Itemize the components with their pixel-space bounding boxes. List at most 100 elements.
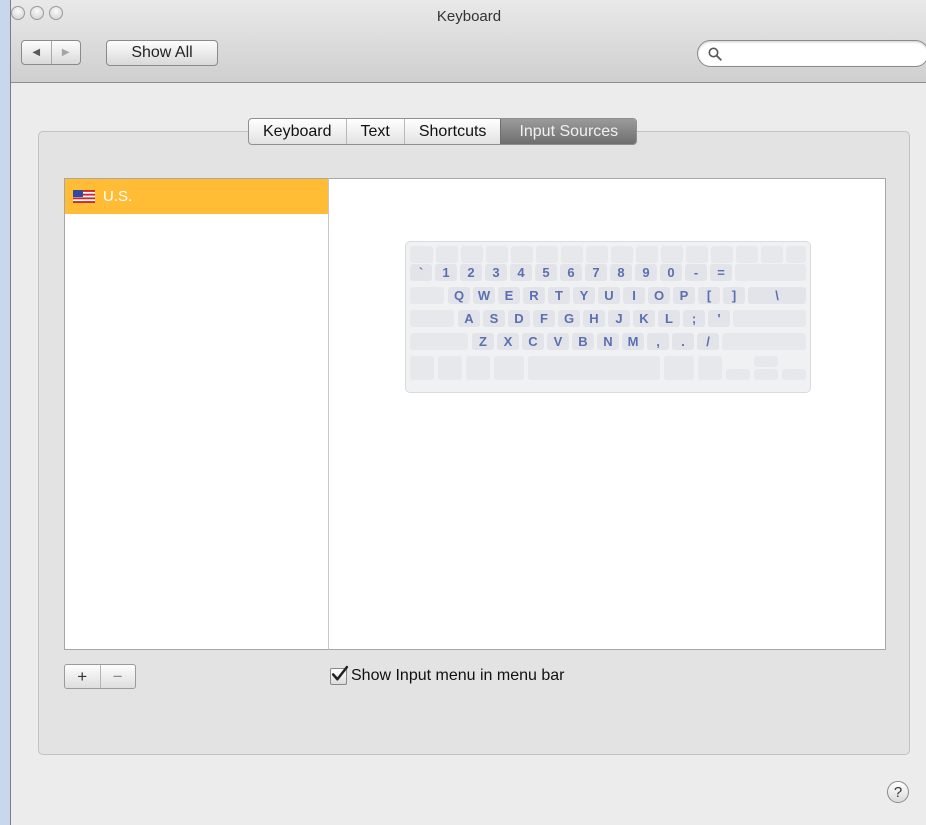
key: L — [658, 310, 680, 327]
blank-key — [786, 246, 806, 263]
key: [ — [698, 287, 720, 304]
blank-key — [410, 333, 468, 350]
blank-key — [711, 246, 733, 263]
key: B — [572, 333, 594, 350]
key: ] — [723, 287, 745, 304]
blank-key — [722, 333, 806, 350]
blank-key — [511, 246, 533, 263]
blank-key — [536, 246, 558, 263]
blank-key — [436, 246, 458, 263]
blank-key — [561, 246, 583, 263]
key: ; — [683, 310, 705, 327]
key-row-qwerty: Q W E R T Y U I O P [ ] \ — [410, 287, 806, 304]
checkmark-icon — [331, 665, 349, 681]
show-input-menu-option: Show Input menu in menu bar — [330, 665, 564, 685]
key-row-bottom: Z X C V B N M , . / — [410, 333, 806, 350]
blank-key — [782, 369, 806, 380]
blank-key — [611, 246, 633, 263]
tab-bar: Keyboard Text Shortcuts Input Sources — [248, 118, 638, 145]
input-sources-list: U.S. — [64, 178, 329, 650]
key-row-modifiers — [410, 356, 806, 380]
title-bar: Keyboard ◀ ▶ Show All — [11, 0, 926, 83]
key: K — [633, 310, 655, 327]
key: H — [583, 310, 605, 327]
blank-key — [686, 246, 708, 263]
blank-key — [733, 310, 806, 327]
blank-key — [438, 356, 462, 380]
us-flag-icon — [73, 190, 95, 203]
key: F — [533, 310, 555, 327]
keyboard-layout-preview: ` 1 2 3 4 5 6 7 8 9 0 - = Q W E R T Y U … — [405, 241, 811, 393]
blank-key — [494, 356, 524, 380]
key: - — [685, 264, 707, 281]
key: 2 — [460, 264, 482, 281]
blank-key — [410, 287, 444, 304]
key: J — [608, 310, 630, 327]
blank-key — [636, 246, 658, 263]
tab-shortcuts[interactable]: Shortcuts — [403, 119, 501, 144]
blank-key — [754, 356, 778, 367]
blank-key — [410, 356, 434, 380]
forward-button[interactable]: ▶ — [50, 41, 81, 64]
key: R — [523, 287, 545, 304]
key: 7 — [585, 264, 607, 281]
key: Z — [472, 333, 494, 350]
help-button[interactable]: ? — [887, 781, 909, 803]
key: 8 — [610, 264, 632, 281]
back-button[interactable]: ◀ — [22, 41, 51, 64]
add-input-source-button[interactable]: + — [65, 665, 100, 688]
tab-keyboard[interactable]: Keyboard — [249, 119, 345, 144]
key: ` — [410, 264, 432, 281]
forward-arrow-icon: ▶ — [61, 47, 70, 58]
tab-input-sources[interactable]: Input Sources — [500, 119, 637, 144]
key: 4 — [510, 264, 532, 281]
blank-key — [736, 246, 758, 263]
search-field[interactable] — [697, 40, 926, 67]
blank-key — [528, 356, 660, 380]
key-row-function — [410, 246, 806, 263]
blank-key — [735, 264, 806, 281]
show-all-button[interactable]: Show All — [106, 40, 218, 66]
search-icon — [708, 47, 722, 61]
key: 0 — [660, 264, 682, 281]
key: 5 — [535, 264, 557, 281]
keyboard-preview-pane: ` 1 2 3 4 5 6 7 8 9 0 - = Q W E R T Y U … — [328, 178, 886, 650]
key: 3 — [485, 264, 507, 281]
blank-key — [726, 369, 750, 380]
blank-key — [664, 356, 694, 380]
key: V — [547, 333, 569, 350]
list-item-us[interactable]: U.S. — [65, 179, 328, 214]
key: = — [710, 264, 732, 281]
key: O — [648, 287, 670, 304]
blank-key — [698, 356, 722, 380]
key: Q — [448, 287, 470, 304]
tab-text[interactable]: Text — [345, 119, 404, 144]
key-row-numbers: ` 1 2 3 4 5 6 7 8 9 0 - = — [410, 264, 806, 281]
back-arrow-icon: ◀ — [32, 47, 41, 58]
search-input[interactable] — [728, 45, 912, 62]
key: D — [508, 310, 530, 327]
blank-key — [486, 246, 508, 263]
key: \ — [748, 287, 806, 304]
key: M — [622, 333, 644, 350]
key: / — [697, 333, 719, 350]
key: ' — [708, 310, 730, 327]
keyboard-preferences-window: Keyboard ◀ ▶ Show All Keyboard Text Shor… — [10, 0, 926, 825]
key: U — [598, 287, 620, 304]
key: X — [497, 333, 519, 350]
key: 9 — [635, 264, 657, 281]
add-remove-control: + − — [64, 664, 136, 689]
key: T — [548, 287, 570, 304]
key: N — [597, 333, 619, 350]
show-input-menu-checkbox[interactable] — [330, 665, 349, 685]
blank-key — [466, 356, 490, 380]
show-input-menu-label[interactable]: Show Input menu in menu bar — [351, 667, 564, 685]
key: S — [483, 310, 505, 327]
list-item-label: U.S. — [103, 188, 133, 205]
back-forward-control: ◀ ▶ — [21, 40, 81, 65]
key: . — [672, 333, 694, 350]
blank-key — [461, 246, 483, 263]
key: Y — [573, 287, 595, 304]
key: A — [458, 310, 480, 327]
remove-input-source-button[interactable]: − — [99, 665, 136, 688]
